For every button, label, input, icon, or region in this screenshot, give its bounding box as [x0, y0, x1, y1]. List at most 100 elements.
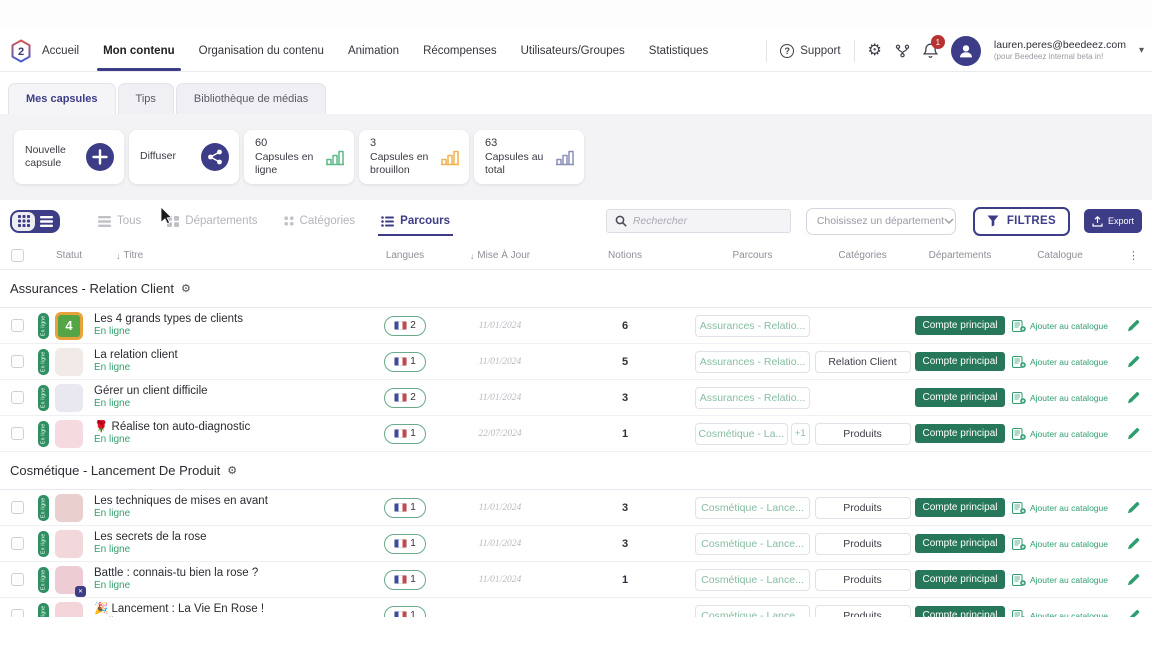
nav-item-1[interactable]: Mon contenu	[103, 30, 175, 71]
user-info[interactable]: lauren.peres@beedeez.com (pour Beedeez i…	[994, 39, 1126, 61]
pencil-icon[interactable]	[1127, 501, 1140, 514]
filter-tab-2[interactable]: Catégories	[284, 215, 356, 227]
pencil-icon[interactable]	[1127, 573, 1140, 586]
parcours-chip[interactable]: Cosmétique - La...	[695, 423, 788, 445]
user-menu-caret-icon[interactable]: ▾	[1139, 45, 1144, 56]
add-to-catalog-button[interactable]: Ajouter au catalogue	[1012, 502, 1108, 514]
table-row[interactable]: En ligne✕Battle : connais-tu bien la ros…	[0, 562, 1152, 598]
pencil-icon[interactable]	[1127, 609, 1140, 617]
beedeez-logo-icon[interactable]: 2	[10, 39, 32, 63]
tab-1[interactable]: Tips	[118, 83, 174, 114]
parcours-chip[interactable]: Cosmétique - Lance...	[695, 569, 810, 591]
export-button[interactable]: Export	[1084, 209, 1142, 233]
tab-0[interactable]: Mes capsules	[8, 83, 116, 114]
support-button[interactable]: ? Support	[780, 44, 840, 58]
table-row[interactable]: En ligneLes secrets de la roseEn ligne11…	[0, 526, 1152, 562]
category-chip[interactable]: Produits	[815, 533, 911, 555]
category-chip[interactable]: Relation Client	[815, 351, 911, 373]
table-row[interactable]: En ligneLes techniques de mises en avant…	[0, 490, 1152, 526]
stat-card-4[interactable]: 63Capsules au total	[474, 130, 584, 184]
settings-gear-icon[interactable]: ⚙	[868, 43, 882, 59]
category-chip[interactable]: Produits	[815, 605, 911, 618]
table-row[interactable]: En ligne4Les 4 grands types de clientsEn…	[0, 308, 1152, 344]
catalogue-cell: Ajouter au catalogue	[1005, 392, 1115, 404]
nav-item-0[interactable]: Accueil	[42, 30, 79, 71]
filter-tab-1[interactable]: Départements	[167, 215, 257, 227]
stat-card-3[interactable]: 3Capsules en brouillon	[359, 130, 469, 184]
pencil-icon[interactable]	[1127, 355, 1140, 368]
row-checkbox[interactable]	[11, 355, 24, 368]
category-chip[interactable]: Produits	[815, 423, 911, 445]
parcours-chip[interactable]: Assurances - Relatio...	[695, 351, 810, 373]
category-chip[interactable]: Produits	[815, 569, 911, 591]
pencil-icon[interactable]	[1127, 319, 1140, 332]
section-settings-gear-icon[interactable]: ⚙	[227, 464, 237, 477]
notifications-bell-icon[interactable]: 1	[923, 42, 938, 59]
parcours-chip[interactable]: Cosmétique - Lance...	[695, 533, 810, 555]
category-chip[interactable]: Produits	[815, 497, 911, 519]
capsule-title: Les secrets de la rose	[94, 530, 365, 544]
col-header-2[interactable]: Langues	[365, 250, 445, 261]
parcours-chip[interactable]: Assurances - Relatio...	[695, 387, 810, 409]
row-checkbox[interactable]	[11, 573, 24, 586]
row-checkbox[interactable]	[11, 319, 24, 332]
col-header-8[interactable]: Catalogue	[1005, 250, 1115, 261]
department-cell: Compte principal	[915, 606, 1005, 617]
nav-item-2[interactable]: Organisation du contenu	[199, 30, 324, 71]
row-checkbox[interactable]	[11, 501, 24, 514]
pencil-icon[interactable]	[1127, 427, 1140, 440]
stat-card-2[interactable]: 60Capsules en ligne	[244, 130, 354, 184]
col-header-3[interactable]: ↓Mise À Jour	[445, 250, 555, 261]
row-checkbox[interactable]	[11, 609, 24, 617]
col-header-4[interactable]: Notions	[555, 250, 695, 261]
parcours-chip[interactable]: Cosmétique - Lance...	[695, 605, 810, 618]
plus-icon[interactable]	[85, 142, 115, 172]
tab-2[interactable]: Bibliothèque de médias	[176, 83, 326, 114]
add-to-catalog-button[interactable]: Ajouter au catalogue	[1012, 392, 1108, 404]
search-input[interactable]	[633, 215, 782, 227]
add-to-catalog-button[interactable]: Ajouter au catalogue	[1012, 356, 1108, 368]
parcours-chip[interactable]: Cosmétique - Lance...	[695, 497, 810, 519]
user-avatar[interactable]	[951, 36, 981, 66]
department-select[interactable]: Choisissez un département	[806, 208, 956, 235]
view-toggle[interactable]	[10, 210, 60, 233]
add-to-catalog-button[interactable]: Ajouter au catalogue	[1012, 320, 1108, 332]
filters-button[interactable]: FILTRES	[973, 207, 1070, 236]
integrations-branch-icon[interactable]	[895, 44, 910, 58]
col-header-0[interactable]: Statut	[34, 250, 86, 261]
search-box[interactable]	[606, 209, 791, 233]
pencil-icon[interactable]	[1127, 391, 1140, 404]
nav-item-5[interactable]: Utilisateurs/Groupes	[521, 30, 625, 71]
add-to-catalog-button[interactable]: Ajouter au catalogue	[1012, 610, 1108, 618]
nav-item-4[interactable]: Récompenses	[423, 30, 497, 71]
table-row[interactable]: En ligneLa relation clientEn ligne111/01…	[0, 344, 1152, 380]
parcours-chip[interactable]: Assurances - Relatio...	[695, 315, 810, 337]
table-row[interactable]: En ligne🌹 Réalise ton auto-diagnosticEn …	[0, 416, 1152, 452]
action-card-0[interactable]: Nouvelle capsule	[14, 130, 124, 184]
col-header-6[interactable]: Catégories	[810, 250, 915, 261]
column-menu-kebab-icon[interactable]: ⋮	[1115, 249, 1152, 262]
add-to-catalog-button[interactable]: Ajouter au catalogue	[1012, 574, 1108, 586]
filter-tab-0[interactable]: Tous	[98, 215, 141, 227]
list-view-icon[interactable]	[35, 212, 58, 231]
table-row[interactable]: En ligneGérer un client difficileEn lign…	[0, 380, 1152, 416]
filter-tab-3[interactable]: Parcours	[381, 215, 450, 227]
action-card-1[interactable]: Diffuser	[129, 130, 239, 184]
add-to-catalog-button[interactable]: Ajouter au catalogue	[1012, 538, 1108, 550]
row-checkbox[interactable]	[11, 427, 24, 440]
table-row[interactable]: En ligne🎉 Lancement : La Vie En Rose !En…	[0, 598, 1152, 617]
col-header-5[interactable]: Parcours	[695, 250, 810, 261]
nav-item-3[interactable]: Animation	[348, 30, 399, 71]
select-all-checkbox[interactable]	[11, 249, 24, 262]
add-to-catalog-button[interactable]: Ajouter au catalogue	[1012, 428, 1108, 440]
col-header-7[interactable]: Départements	[915, 250, 1005, 261]
pencil-icon[interactable]	[1127, 537, 1140, 550]
section-settings-gear-icon[interactable]: ⚙	[181, 282, 191, 295]
share-icon[interactable]	[200, 142, 230, 172]
grid-view-icon[interactable]	[12, 212, 35, 231]
row-checkbox[interactable]	[11, 391, 24, 404]
parcours-extra-chip[interactable]: +1	[791, 423, 810, 445]
nav-item-6[interactable]: Statistiques	[649, 30, 708, 71]
row-checkbox[interactable]	[11, 537, 24, 550]
col-header-1[interactable]: ↓Titre	[86, 250, 365, 261]
